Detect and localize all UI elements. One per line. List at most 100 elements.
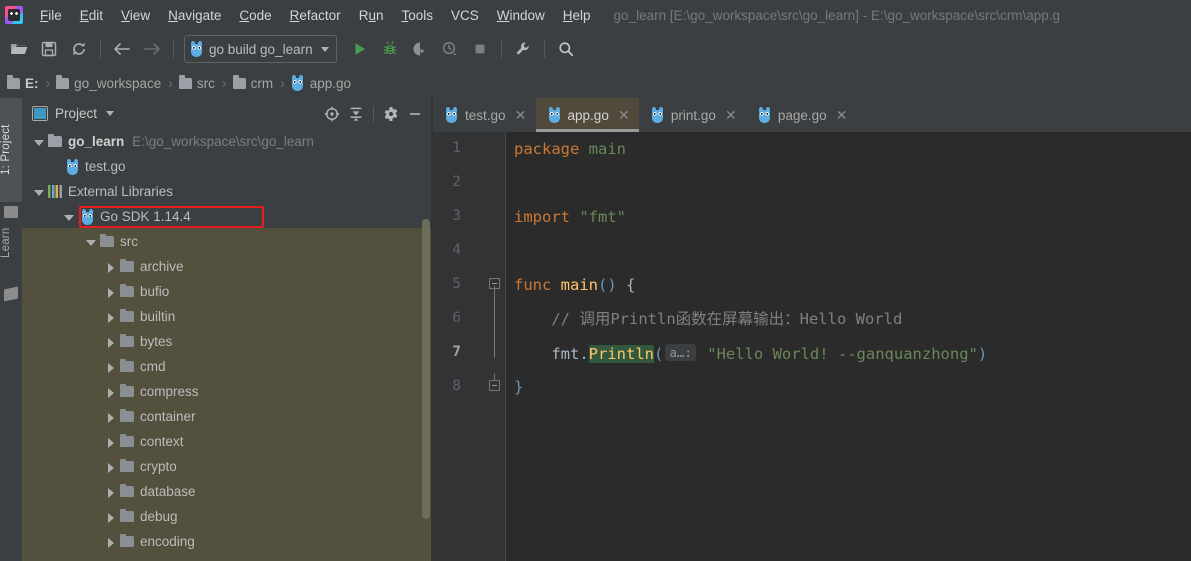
sidebar-tab-learn[interactable]: Learn: [0, 206, 22, 280]
editor-tab-page-go[interactable]: page.go ✕: [746, 98, 857, 132]
tree-row-compress[interactable]: compress: [22, 379, 433, 404]
profile-icon[interactable]: [435, 35, 465, 63]
tree-row-bytes[interactable]: bytes: [22, 329, 433, 354]
menu-refactor[interactable]: Refactor: [281, 4, 350, 27]
folder-icon: [120, 383, 134, 397]
menu-file[interactable]: File: [31, 4, 71, 27]
menu-tools[interactable]: Tools: [392, 4, 442, 27]
tree-row-builtin[interactable]: builtin: [22, 304, 433, 329]
tree-row-crypto[interactable]: crypto: [22, 454, 433, 479]
menu-help[interactable]: Help: [554, 4, 600, 27]
tree-row-archive[interactable]: archive: [22, 254, 433, 279]
close-icon[interactable]: ✕: [515, 108, 527, 122]
minimize-icon[interactable]: [403, 102, 427, 126]
tree-row-encoding[interactable]: encoding: [22, 529, 433, 554]
breadcrumb-item-4[interactable]: app.go: [291, 75, 351, 91]
token-function-name: main: [560, 276, 598, 294]
chevron-down-icon[interactable]: [106, 111, 115, 116]
chevron-down-icon[interactable]: [62, 210, 76, 224]
sidebar-tab-project[interactable]: 1: Project: [0, 98, 22, 202]
code-fold-line: [494, 286, 495, 358]
save-all-icon[interactable]: [34, 35, 64, 63]
editor-tab-app-go[interactable]: app.go ✕: [535, 98, 640, 132]
menu-run[interactable]: Run: [350, 4, 393, 27]
token-keyword: func: [514, 276, 561, 294]
breadcrumb-label: crm: [250, 75, 274, 91]
open-folder-icon[interactable]: [4, 35, 34, 63]
project-panel-title: Project: [55, 106, 98, 121]
tree-row-debug[interactable]: debug: [22, 504, 433, 529]
folder-icon: [120, 258, 134, 272]
chevron-right-icon[interactable]: [104, 485, 118, 499]
menu-view[interactable]: View: [112, 4, 159, 27]
sync-refresh-icon[interactable]: [64, 35, 94, 63]
chevron-right-icon[interactable]: [104, 410, 118, 424]
tree-row-database[interactable]: database: [22, 479, 433, 504]
debug-icon[interactable]: [375, 35, 405, 63]
menu-window[interactable]: Window: [488, 4, 554, 27]
tree-row-external-libraries[interactable]: External Libraries: [22, 179, 433, 204]
chevron-down-icon[interactable]: [32, 135, 46, 149]
breadcrumb-item-3[interactable]: crm: [232, 75, 274, 91]
go-gopher-icon: [66, 158, 79, 175]
go-gopher-icon: [758, 107, 771, 123]
chevron-right-icon[interactable]: [104, 385, 118, 399]
chevron-right-icon[interactable]: [104, 285, 118, 299]
tree-item-label: builtin: [140, 309, 176, 324]
tree-row-test-go[interactable]: test.go: [22, 154, 433, 179]
tree-row-bufio[interactable]: bufio: [22, 279, 433, 304]
run-icon[interactable]: [345, 35, 375, 63]
chevron-right-icon[interactable]: [104, 435, 118, 449]
breadcrumb-item-2[interactable]: src: [178, 75, 215, 91]
chevron-right-icon[interactable]: [104, 310, 118, 324]
back-arrow-icon[interactable]: [107, 35, 137, 63]
gear-icon[interactable]: [379, 102, 403, 126]
chevron-right-icon[interactable]: [104, 260, 118, 274]
chevron-right-icon[interactable]: [104, 360, 118, 374]
tree-item-label: Go SDK 1.14.4: [100, 209, 191, 224]
editor-gutter[interactable]: 1 2 3 4 5 6 7 8: [433, 132, 506, 561]
breadcrumb-item-1[interactable]: go_workspace: [56, 75, 161, 91]
settings-wrench-icon[interactable]: [508, 35, 538, 63]
chevron-down-icon[interactable]: [32, 185, 46, 199]
close-icon[interactable]: ✕: [836, 108, 848, 122]
breadcrumb-label: app.go: [309, 75, 352, 91]
learn-tab-icon: [4, 286, 18, 302]
editor-tab-test-go[interactable]: test.go ✕: [433, 98, 536, 132]
forward-arrow-icon[interactable]: [137, 35, 167, 63]
close-icon[interactable]: ✕: [618, 108, 630, 122]
tree-row-src[interactable]: src: [22, 229, 433, 254]
tree-row-container[interactable]: container: [22, 404, 433, 429]
chevron-right-icon[interactable]: [104, 335, 118, 349]
tree-row-context[interactable]: context: [22, 429, 433, 454]
close-icon[interactable]: ✕: [725, 108, 737, 122]
tree-row-go-learn[interactable]: go_learn E:\go_workspace\src\go_learn: [22, 129, 433, 154]
code-fold-end-icon[interactable]: [489, 374, 502, 393]
menu-vcs[interactable]: VCS: [442, 4, 488, 27]
chevron-right-icon[interactable]: [104, 460, 118, 474]
scroll-from-source-icon[interactable]: [320, 102, 344, 126]
search-icon[interactable]: [551, 35, 581, 63]
chevron-right-icon[interactable]: [104, 510, 118, 524]
chevron-down-icon[interactable]: [84, 235, 98, 249]
editor-tab-label: test.go: [465, 107, 506, 123]
menu-code[interactable]: Code: [230, 4, 280, 27]
chevron-right-icon[interactable]: [104, 535, 118, 549]
chevron-down-icon[interactable]: [320, 46, 329, 52]
tree-row-cmd[interactable]: cmd: [22, 354, 433, 379]
code-content[interactable]: package main import "fmt" func main() { …: [506, 132, 1191, 561]
tree-row-go-sdk[interactable]: Go SDK 1.14.4: [22, 204, 433, 229]
left-tool-window-bar: 1: Project Learn: [0, 98, 23, 561]
stop-icon[interactable]: [465, 35, 495, 63]
run-with-coverage-icon[interactable]: [405, 35, 435, 63]
project-tree: go_learn E:\go_workspace\src\go_learn te…: [22, 129, 433, 561]
breadcrumb-item-0[interactable]: E:: [7, 75, 39, 91]
scrollbar-thumb[interactable]: [422, 219, 430, 519]
code-fold-start-icon[interactable]: [489, 278, 502, 295]
run-configuration-selector[interactable]: go build go_learn: [184, 35, 337, 63]
editor-tab-print-go[interactable]: print.go ✕: [639, 98, 746, 132]
menu-navigate[interactable]: Navigate: [159, 4, 230, 27]
code-line-1: package main: [514, 132, 626, 166]
collapse-all-icon[interactable]: [344, 102, 368, 126]
menu-edit[interactable]: Edit: [71, 4, 112, 27]
